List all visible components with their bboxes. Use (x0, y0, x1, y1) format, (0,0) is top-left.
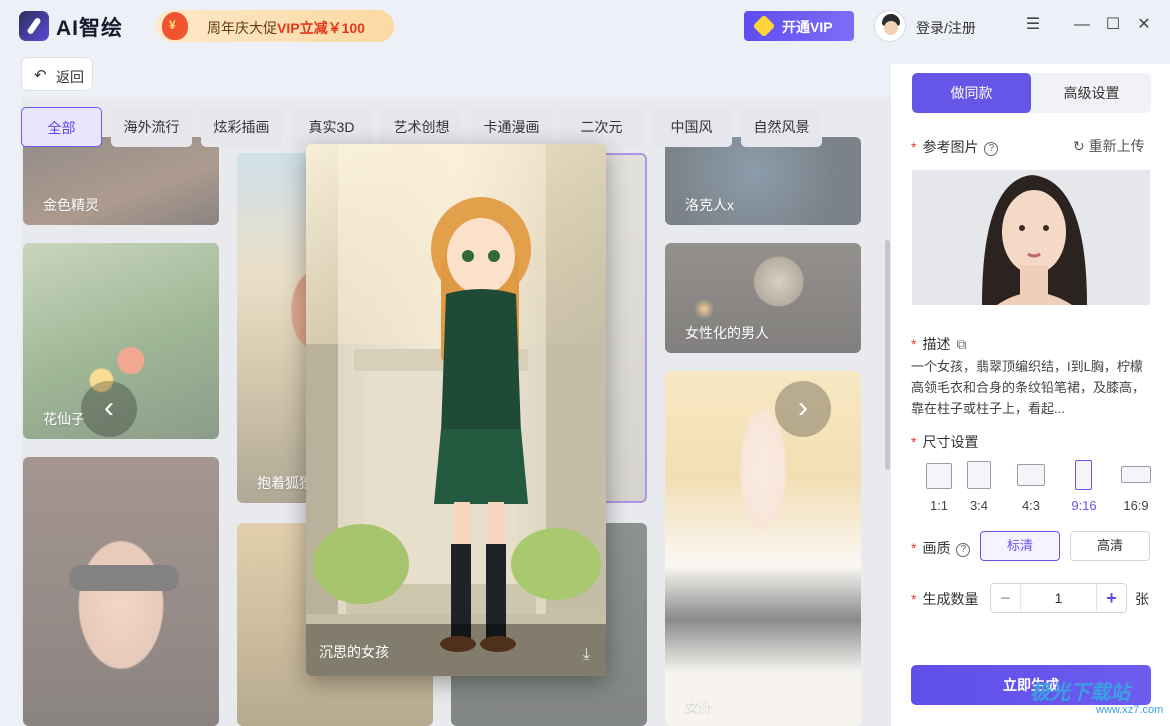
chevron-left-icon: ‹ (104, 391, 114, 424)
ratio-1-1-icon (926, 463, 952, 489)
featured-artwork (306, 144, 606, 676)
diamond-icon (752, 14, 776, 38)
minus-button[interactable]: − (991, 584, 1021, 612)
ratio-16-9-icon (1121, 466, 1151, 483)
watermark-text: 极光下载站 (1030, 682, 1130, 704)
gallery-scrollbar[interactable] (885, 240, 890, 470)
reference-image[interactable] (912, 170, 1150, 305)
avatar[interactable] (874, 10, 906, 42)
filter-chip[interactable]: 真实3D (291, 107, 372, 147)
site-watermark: 极光下载站 www.xz7.com (1000, 672, 1170, 726)
minimize-icon[interactable]: — (1071, 14, 1093, 36)
filter-chip[interactable]: 海外流行 (111, 107, 192, 147)
promo-text: 周年庆大促 (207, 20, 277, 36)
filter-chip[interactable]: 炫彩插画 (201, 107, 282, 147)
ref-image-label: * 参考图片? (911, 137, 999, 157)
settings-panel: 做同款 高级设置 * 参考图片? ↻ 重新上传 * 描述 ⧉ 一个女孩，翡翠顶编织结，… (891, 64, 1170, 726)
chevron-right-icon: › (798, 391, 808, 424)
open-vip-button[interactable]: 开通VIP (744, 11, 854, 41)
featured-title: 沉思的女孩 (319, 644, 389, 660)
filter-chip[interactable]: 自然风景 (741, 107, 822, 147)
close-icon[interactable]: ✕ (1133, 14, 1155, 36)
ratio-option[interactable]: 4:3 (1017, 460, 1045, 513)
mode-tabs: 做同款 高级设置 (912, 73, 1151, 113)
ratio-3-4-icon (967, 461, 991, 489)
app-logo-icon (19, 11, 49, 41)
ratio-option[interactable]: 1:1 (926, 460, 952, 513)
ratio-9-16-icon (1075, 460, 1092, 490)
count-label: * 生成数量 (911, 591, 979, 607)
description-text[interactable]: 一个女孩，翡翠顶编织结，I到L胸，柠檬高领毛衣和合身的条纹铅笔裙，及膝高，靠在柱… (911, 356, 1151, 419)
promo-highlight: VIP立减￥100 (277, 20, 365, 36)
help-icon[interactable]: ? (956, 543, 971, 557)
plus-button[interactable]: + (1096, 584, 1126, 612)
ratio-4-3-icon (1017, 464, 1045, 486)
desc-label: * 描述 ⧉ (911, 336, 967, 352)
back-button[interactable]: ↶ 返回 (21, 57, 93, 91)
title-bar: AI智绘 周年庆大促VIP立减￥100 开通VIP 登录/注册 ☰ — ☐ ✕ (0, 0, 1170, 52)
filter-chip[interactable]: 中国风 (651, 107, 732, 147)
quality-hd-button[interactable]: 高清 (1070, 531, 1150, 561)
watermark-url: www.xz7.com (1096, 704, 1164, 716)
prev-arrow-button[interactable]: ‹ (81, 381, 137, 437)
maximize-icon[interactable]: ☐ (1102, 14, 1124, 36)
ratio-option[interactable]: 3:4 (967, 460, 991, 513)
refresh-icon: ↻ (1073, 138, 1085, 154)
gallery: 金色精灵 花仙子 抱着狐狸 洛克人x 女性化的男人 女仆 全部 海外流行 炫彩插… (21, 97, 891, 726)
undo-arrow-icon: ↶ (34, 67, 47, 84)
count-unit: 张 (1135, 591, 1149, 607)
download-icon[interactable]: ⤓ (583, 646, 590, 664)
login-link[interactable]: 登录/注册 (916, 18, 976, 38)
filter-chip-all[interactable]: 全部 (21, 107, 102, 147)
quality-sd-button[interactable]: 标清 (980, 531, 1060, 561)
back-label: 返回 (56, 69, 84, 85)
reupload-button[interactable]: ↻ 重新上传 (1073, 136, 1145, 156)
vip-label: 开通VIP (782, 19, 833, 35)
ratio-option[interactable]: 16:9 (1121, 460, 1151, 513)
help-icon[interactable]: ? (984, 142, 999, 156)
menu-icon[interactable]: ☰ (1022, 14, 1044, 36)
filter-chip[interactable]: 卡通漫画 (471, 107, 552, 147)
filter-bar: 全部 海外流行 炫彩插画 真实3D 艺术创想 卡通漫画 二次元 中国风 自然风景 (21, 107, 891, 147)
featured-preview[interactable]: 沉思的女孩 ⤓ (306, 144, 606, 676)
tab-same-style[interactable]: 做同款 (912, 73, 1031, 113)
copy-icon[interactable]: ⧉ (956, 336, 966, 352)
next-arrow-button[interactable]: › (775, 381, 831, 437)
quality-label: * 画质? (911, 538, 971, 558)
tab-advanced[interactable]: 高级设置 (1032, 73, 1151, 113)
red-packet-icon (162, 12, 188, 40)
promo-banner[interactable]: 周年庆大促VIP立减￥100 (156, 10, 394, 42)
filter-chip[interactable]: 艺术创想 (381, 107, 462, 147)
ratio-option-selected[interactable]: 9:16 (1071, 460, 1097, 513)
filter-chip[interactable]: 二次元 (561, 107, 642, 147)
count-value[interactable]: 1 (1021, 590, 1096, 606)
size-label: * 尺寸设置 (911, 434, 979, 450)
app-name: AI智绘 (56, 17, 123, 40)
count-stepper: − 1 + (990, 583, 1127, 613)
